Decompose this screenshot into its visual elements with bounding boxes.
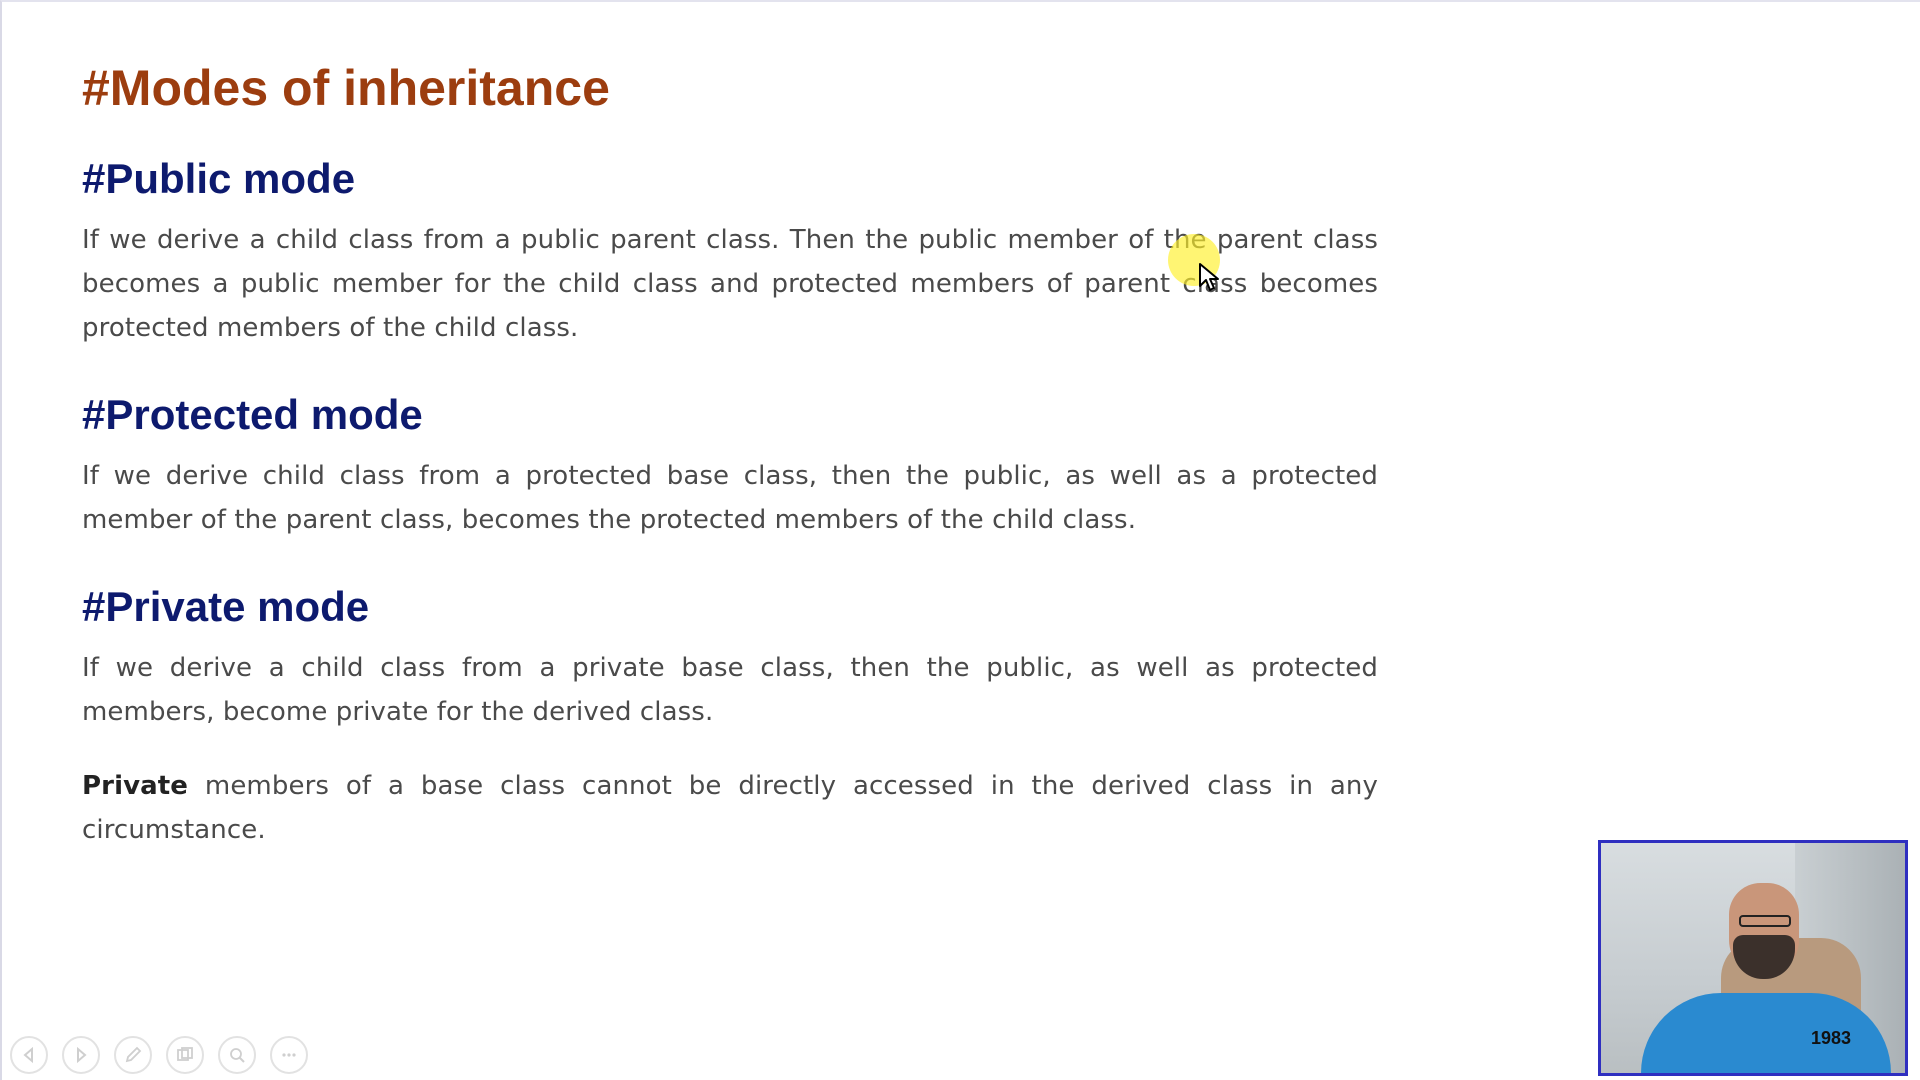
pen-tool-button[interactable] (114, 1036, 152, 1074)
see-all-slides-button[interactable] (166, 1036, 204, 1074)
zoom-button[interactable] (218, 1036, 256, 1074)
zoom-icon (230, 1048, 245, 1063)
next-icon (77, 1046, 87, 1064)
prev-icon (23, 1046, 33, 1064)
protected-mode-heading: #Protected mode (82, 391, 423, 438)
public-mode-heading: #Public mode (82, 155, 356, 202)
slide: #Modes of inheritance #Public mode If we… (0, 0, 1920, 1080)
slides-icon (177, 1047, 193, 1061)
webcam-overlay: 1983 (1598, 840, 1908, 1076)
private-note-paragraph: Private members of a base class cannot b… (82, 764, 1378, 852)
slide-title: #Modes of inheritance (82, 60, 610, 116)
private-note-bold: Private (82, 771, 189, 801)
previous-slide-button[interactable] (10, 1036, 48, 1074)
pen-icon (125, 1046, 142, 1063)
more-options-button[interactable] (270, 1036, 308, 1074)
more-icon (282, 1053, 296, 1057)
webcam-shirt-text: 1983 (1811, 1028, 1852, 1048)
private-note-text: members of a base class cannot be direct… (82, 771, 1378, 845)
next-slide-button[interactable] (62, 1036, 100, 1074)
webcam-presenter-glasses (1739, 915, 1791, 927)
private-mode-paragraph: If we derive a child class from a privat… (82, 653, 1378, 727)
slide-content: #Modes of inheritance #Public mode If we… (82, 50, 1378, 852)
presentation-controls (10, 1036, 308, 1074)
mouse-cursor-icon (1199, 263, 1219, 291)
protected-mode-paragraph: If we derive child class from a protecte… (82, 461, 1378, 535)
webcam-presenter-body (1641, 993, 1891, 1073)
private-mode-heading: #Private mode (82, 583, 370, 630)
